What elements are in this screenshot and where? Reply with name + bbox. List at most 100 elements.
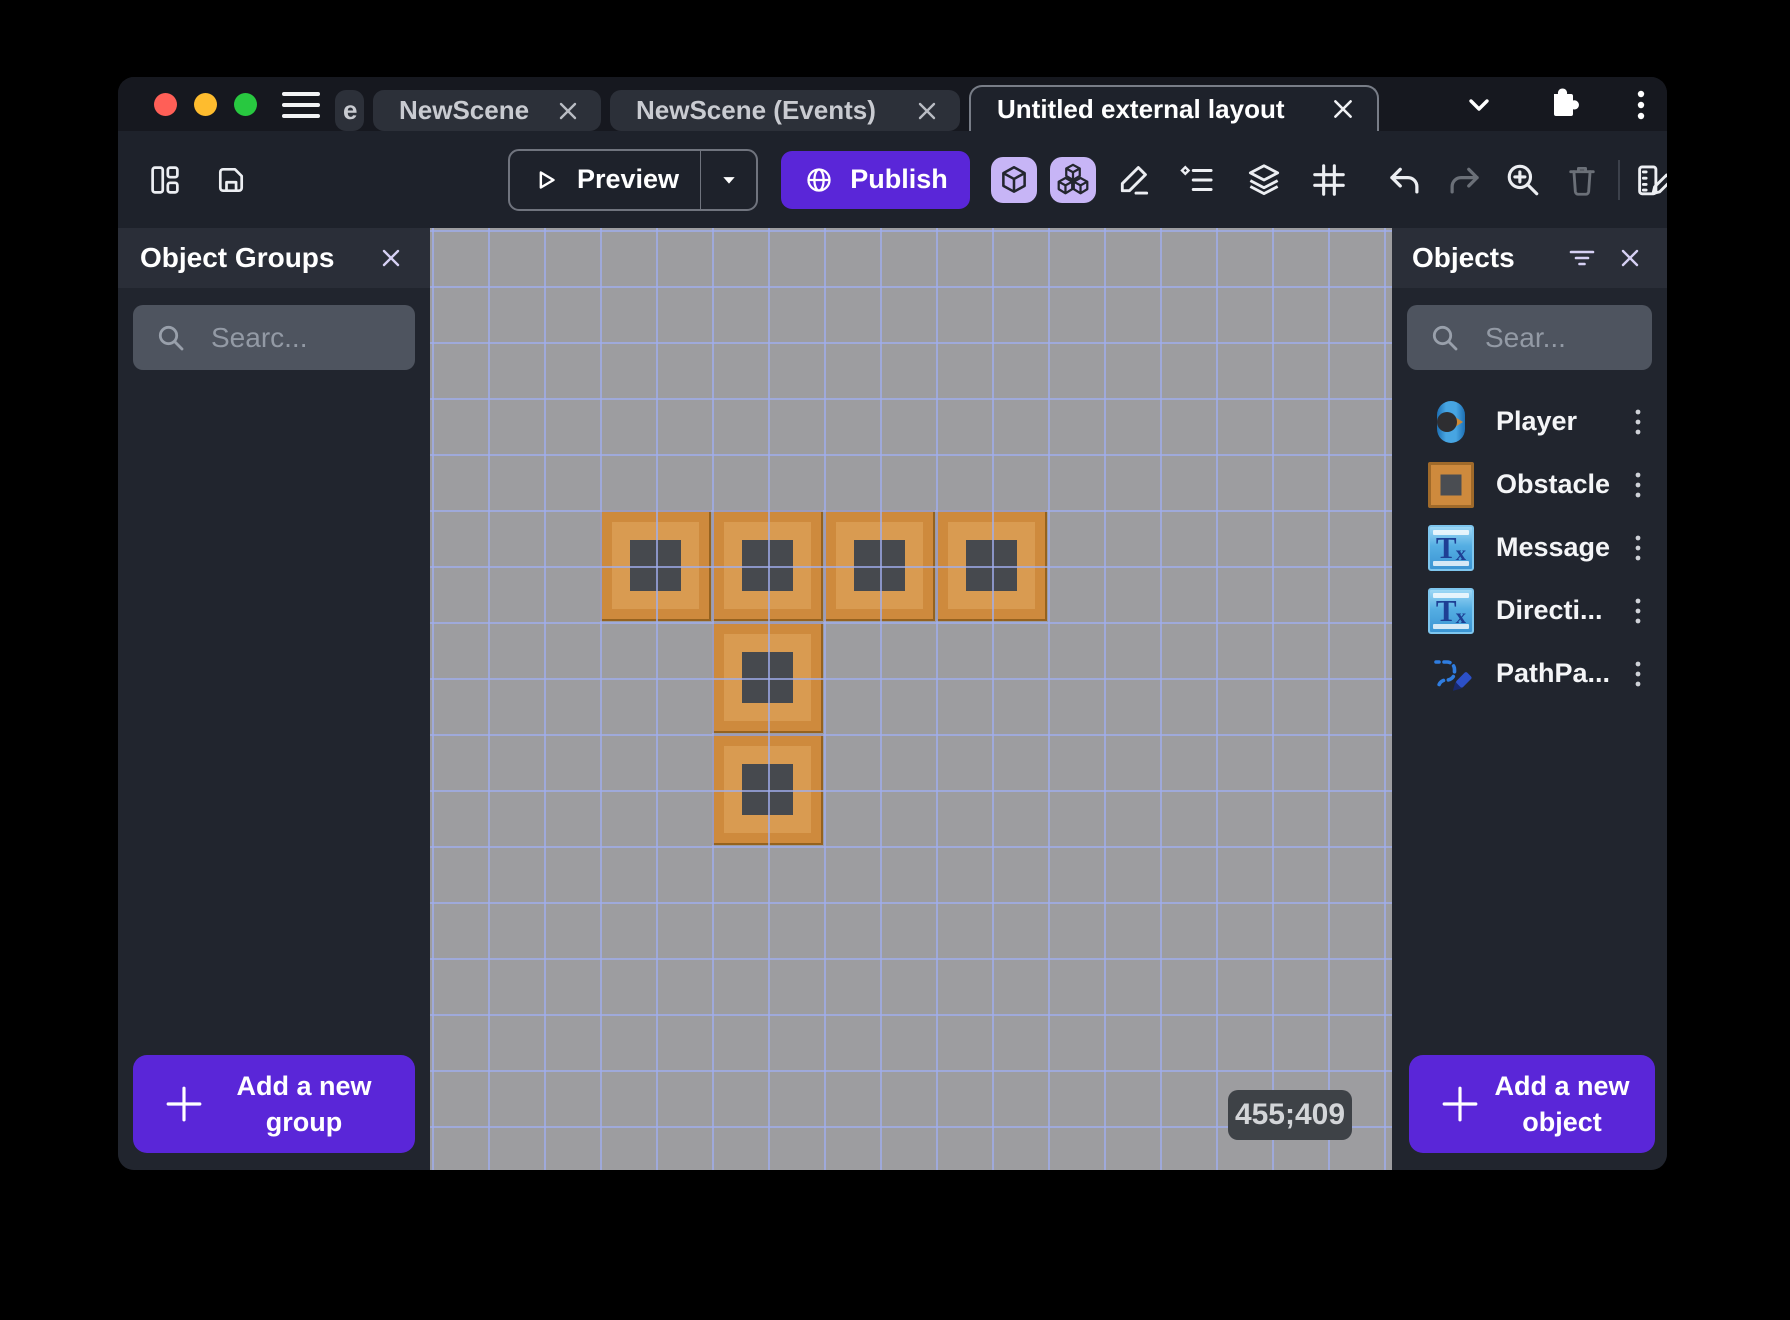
obstacle-instance[interactable] (600, 510, 711, 621)
layout-panels-icon (151, 165, 179, 194)
main-menu-button[interactable] (282, 90, 320, 120)
path-paint-icon (1428, 651, 1474, 697)
publish-button[interactable]: Publish (781, 150, 970, 209)
object-menu-button[interactable] (1623, 533, 1653, 563)
tab-label: NewScene (399, 95, 530, 125)
text-object-icon: Tx (1428, 524, 1474, 571)
redo-icon (1450, 167, 1479, 193)
content-area: Object Groups Add a new group (118, 228, 1667, 1170)
list-icon (1180, 164, 1213, 191)
object-row-pathpaint[interactable]: PathPa... (1392, 642, 1667, 705)
objects-panel: Objects Sear... Player Obstacle T x Mess… (1392, 228, 1667, 1170)
edit-mode-button[interactable] (1111, 158, 1155, 202)
caret-down-icon (722, 176, 735, 184)
toolbar-divider (1618, 159, 1620, 200)
object-menu-button[interactable] (1623, 596, 1653, 626)
save-icon (218, 167, 244, 192)
window-options-button[interactable] (1624, 87, 1658, 123)
edit-instances-toggle[interactable] (1050, 156, 1096, 203)
obstacle-instance[interactable] (712, 510, 823, 621)
preview-options-button[interactable] (700, 150, 756, 209)
objects-search-input[interactable] (1485, 321, 1634, 354)
grid-icon (1313, 163, 1345, 196)
layers-icon (1248, 163, 1280, 195)
objects-header: Objects (1392, 228, 1667, 288)
minimize-window-button[interactable] (194, 93, 217, 116)
chevron-down-icon (1469, 99, 1489, 111)
cursor-coordinates-badge: 455;409 (1228, 1090, 1352, 1140)
filter-objects-button[interactable] (1565, 241, 1599, 275)
obstacle-instance[interactable] (712, 622, 823, 733)
publish-label: Publish (850, 164, 948, 194)
redo-button[interactable] (1442, 158, 1486, 202)
filter-icon (1569, 250, 1595, 266)
extensions-button[interactable] (1542, 87, 1582, 123)
preview-button[interactable]: Preview (510, 151, 700, 209)
app-window: e NewScene NewScene (Events) Untitled ex… (118, 77, 1667, 1170)
delete-button[interactable] (1560, 158, 1604, 202)
close-tab-icon[interactable] (557, 100, 579, 122)
object-menu-button[interactable] (1623, 470, 1653, 500)
scene-canvas[interactable]: 455;409 (430, 228, 1392, 1170)
add-group-button[interactable]: Add a new group (133, 1055, 415, 1153)
close-tab-icon[interactable] (916, 100, 938, 122)
edit-objects-toggle[interactable] (991, 156, 1037, 203)
open-scene-editor-button[interactable] (1632, 158, 1667, 202)
close-panel-button[interactable] (374, 241, 408, 275)
grid-overlay (430, 228, 1392, 1170)
tab-truncated[interactable]: e (335, 90, 364, 131)
close-tab-icon[interactable] (1331, 97, 1355, 121)
grid-toggle-button[interactable] (1307, 158, 1351, 202)
objects-search[interactable] (1407, 305, 1652, 370)
zoom-in-icon (1507, 164, 1539, 195)
obstacle-instance[interactable] (824, 510, 935, 621)
pencil-icon (1120, 165, 1149, 194)
save-button[interactable] (209, 158, 253, 202)
close-panel-button[interactable] (1613, 241, 1647, 275)
maximize-window-button[interactable] (234, 93, 257, 116)
tab-label: e (343, 95, 358, 125)
preview-label: Preview (576, 164, 680, 194)
layers-button[interactable] (1242, 158, 1286, 202)
tab-untitled-external-layout[interactable]: Untitled external layout (969, 85, 1379, 131)
search-icon (158, 325, 184, 350)
undo-button[interactable] (1383, 158, 1427, 202)
toggle-panels-button[interactable] (143, 158, 187, 202)
text-object-icon: Tx (1428, 587, 1474, 634)
add-object-button[interactable]: Add a new object (1409, 1055, 1655, 1153)
trash-icon (1569, 166, 1595, 196)
tabs-overflow-button[interactable] (1460, 87, 1498, 123)
objects-title: Objects (1412, 242, 1515, 273)
instances-list-button[interactable] (1176, 158, 1220, 202)
object-row-directions[interactable]: Tx Directi... (1392, 579, 1667, 642)
close-icon (382, 249, 400, 267)
obstacle-instance[interactable] (936, 510, 1047, 621)
object-groups-search[interactable] (133, 305, 415, 370)
close-window-button[interactable] (154, 93, 177, 116)
object-row-obstacle[interactable]: Obstacle (1392, 453, 1667, 516)
add-group-label: Add a new group (236, 1071, 372, 1137)
obstacle-instance[interactable] (712, 734, 823, 845)
object-menu-button[interactable] (1623, 659, 1653, 689)
tab-label: NewScene (Events) (636, 95, 876, 125)
puzzle-icon (1554, 88, 1579, 116)
player-icon (1428, 399, 1474, 445)
object-row-message[interactable]: Tx Message (1392, 516, 1667, 579)
object-menu-button[interactable] (1623, 407, 1653, 437)
scene-edit-icon (1638, 164, 1667, 195)
preview-split-button[interactable]: Preview (508, 148, 758, 211)
titlebar: e NewScene NewScene (Events) Untitled ex… (118, 77, 1667, 131)
object-groups-panel: Object Groups Add a new group (118, 228, 430, 1170)
globe-icon (807, 167, 831, 192)
object-row-player[interactable]: Player (1392, 390, 1667, 453)
tab-newscene[interactable]: NewScene (373, 90, 601, 131)
object-groups-title: Object Groups (140, 242, 335, 273)
close-icon (1621, 249, 1639, 267)
zoom-button[interactable] (1501, 158, 1545, 202)
kebab-menu-icon (1637, 90, 1645, 120)
plus-icon (1442, 1086, 1478, 1122)
obstacle-icon (1428, 461, 1474, 508)
object-groups-search-input[interactable] (211, 321, 397, 354)
tab-newscene-events[interactable]: NewScene (Events) (610, 90, 960, 131)
toolbar: Preview Publish (118, 131, 1667, 228)
